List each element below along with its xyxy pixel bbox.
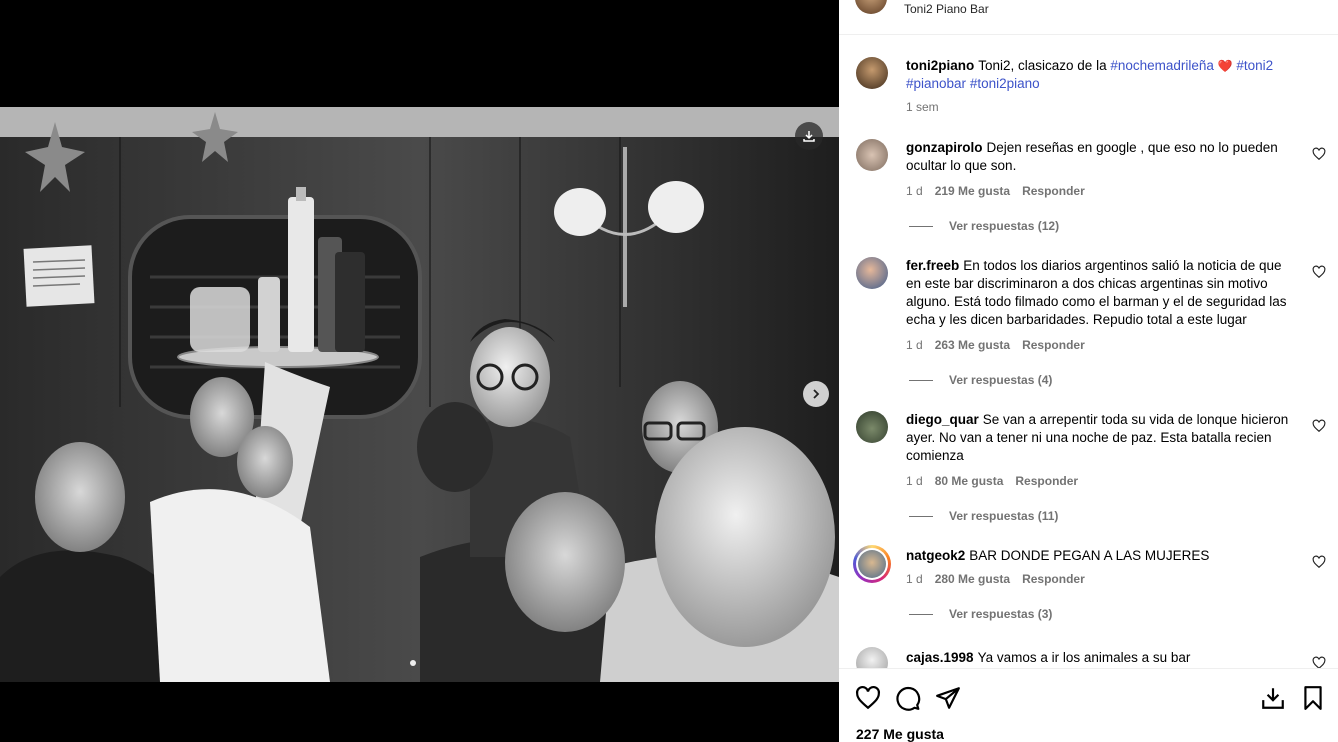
avatar-story-ring[interactable]: [853, 545, 891, 583]
post-action-bar: 227 Me gusta: [839, 668, 1338, 742]
post-photo[interactable]: [0, 107, 839, 682]
caption: toni2piano Toni2, clasicazo de la #nochem…: [839, 57, 1338, 127]
avatar[interactable]: [856, 411, 888, 443]
heart-emoji: ❤️: [1217, 59, 1233, 73]
download-button[interactable]: [795, 122, 823, 150]
comment-meta: 1 d 263 Me gusta Responder: [906, 338, 1085, 352]
like-comment-icon[interactable]: [1312, 419, 1326, 433]
paper-plane-icon[interactable]: [935, 685, 961, 711]
comment-likes[interactable]: 80 Me gusta: [935, 474, 1004, 488]
avatar[interactable]: [856, 647, 888, 668]
download-icon[interactable]: [1260, 685, 1286, 711]
carousel-next-button[interactable]: [803, 381, 829, 407]
comment-likes[interactable]: 263 Me gusta: [935, 338, 1010, 352]
avatar[interactable]: [856, 257, 888, 289]
comment-username[interactable]: diego_quar: [906, 412, 979, 427]
caption-username[interactable]: toni2piano: [906, 58, 974, 73]
comment: gonzapirolo Dejen reseñas en google , que…: [839, 139, 1338, 244]
comment-text: cajas.1998 Ya vamos a ir los animales a s…: [906, 650, 1191, 665]
comment-text: diego_quar Se van a arrepentir toda su vi…: [906, 412, 1289, 463]
post-side-panel: Toni2 Piano Bar toni2piano Toni2, clasica…: [839, 0, 1338, 742]
carousel-indicator: [410, 660, 416, 666]
comment: natgeok2 BAR DONDE PEGAN A LAS MUJERES 1 …: [839, 545, 1338, 635]
comment: cajas.1998 Ya vamos a ir los animales a s…: [839, 647, 1338, 668]
reply-button[interactable]: Responder: [1022, 338, 1085, 352]
avatar[interactable]: [856, 139, 888, 171]
hashtag-link[interactable]: #toni2: [1236, 58, 1273, 73]
comment-text: gonzapirolo Dejen reseñas en google , que…: [906, 140, 1278, 173]
comment-username[interactable]: fer.freeb: [906, 258, 959, 273]
comments-list: toni2piano Toni2, clasicazo de la #nochem…: [839, 35, 1338, 668]
comment-meta: 1 d 80 Me gusta Responder: [906, 474, 1079, 488]
hashtag-link[interactable]: #toni2piano: [970, 76, 1040, 91]
caption-text: toni2piano Toni2, clasicazo de la #nochem…: [906, 58, 1274, 91]
comment: diego_quar Se van a arrepentir toda su vi…: [839, 411, 1338, 533]
media-viewer: [0, 0, 839, 741]
timestamp[interactable]: 1 sem: [906, 100, 939, 114]
caption-meta: 1 sem: [906, 100, 951, 114]
hashtag-link[interactable]: #pianobar: [906, 76, 966, 91]
like-comment-icon[interactable]: [1312, 555, 1326, 569]
comment-meta: 1 d 219 Me gusta Responder: [906, 184, 1085, 198]
like-comment-icon[interactable]: [1312, 656, 1326, 668]
reply-button[interactable]: Responder: [1022, 572, 1085, 586]
avatar: [858, 550, 886, 578]
reply-button[interactable]: Responder: [1022, 184, 1085, 198]
chevron-right-icon: [813, 389, 820, 399]
avatar[interactable]: [855, 0, 887, 14]
location-label[interactable]: Toni2 Piano Bar: [904, 2, 989, 16]
download-icon: [803, 131, 815, 142]
like-comment-icon[interactable]: [1312, 265, 1326, 279]
view-replies-button[interactable]: Ver respuestas (11): [909, 509, 1058, 523]
post-header: Toni2 Piano Bar: [839, 0, 1338, 35]
comment-bubble-icon[interactable]: [895, 685, 921, 711]
comment: fer.freeb En todos los diarios argentinos…: [839, 257, 1338, 397]
comment-username[interactable]: natgeok2: [906, 548, 965, 563]
hashtag-link[interactable]: #nochemadrileña: [1110, 58, 1214, 73]
view-replies-button[interactable]: Ver respuestas (3): [909, 607, 1052, 621]
comment-username[interactable]: cajas.1998: [906, 650, 974, 665]
like-comment-icon[interactable]: [1312, 147, 1326, 161]
comment-likes[interactable]: 280 Me gusta: [935, 572, 1010, 586]
comment-meta: 1 d 280 Me gusta Responder: [906, 572, 1085, 586]
avatar[interactable]: [856, 57, 888, 89]
comment-username[interactable]: gonzapirolo: [906, 140, 983, 155]
comment-likes[interactable]: 219 Me gusta: [935, 184, 1010, 198]
reply-button[interactable]: Responder: [1015, 474, 1078, 488]
view-replies-button[interactable]: Ver respuestas (12): [909, 219, 1059, 233]
comment-text: natgeok2 BAR DONDE PEGAN A LAS MUJERES: [906, 548, 1210, 563]
comment-text: fer.freeb En todos los diarios argentinos…: [906, 258, 1287, 327]
bookmark-icon[interactable]: [1300, 685, 1326, 711]
view-replies-button[interactable]: Ver respuestas (4): [909, 373, 1052, 387]
heart-icon[interactable]: [855, 685, 881, 711]
likes-count[interactable]: 227 Me gusta: [856, 726, 944, 742]
